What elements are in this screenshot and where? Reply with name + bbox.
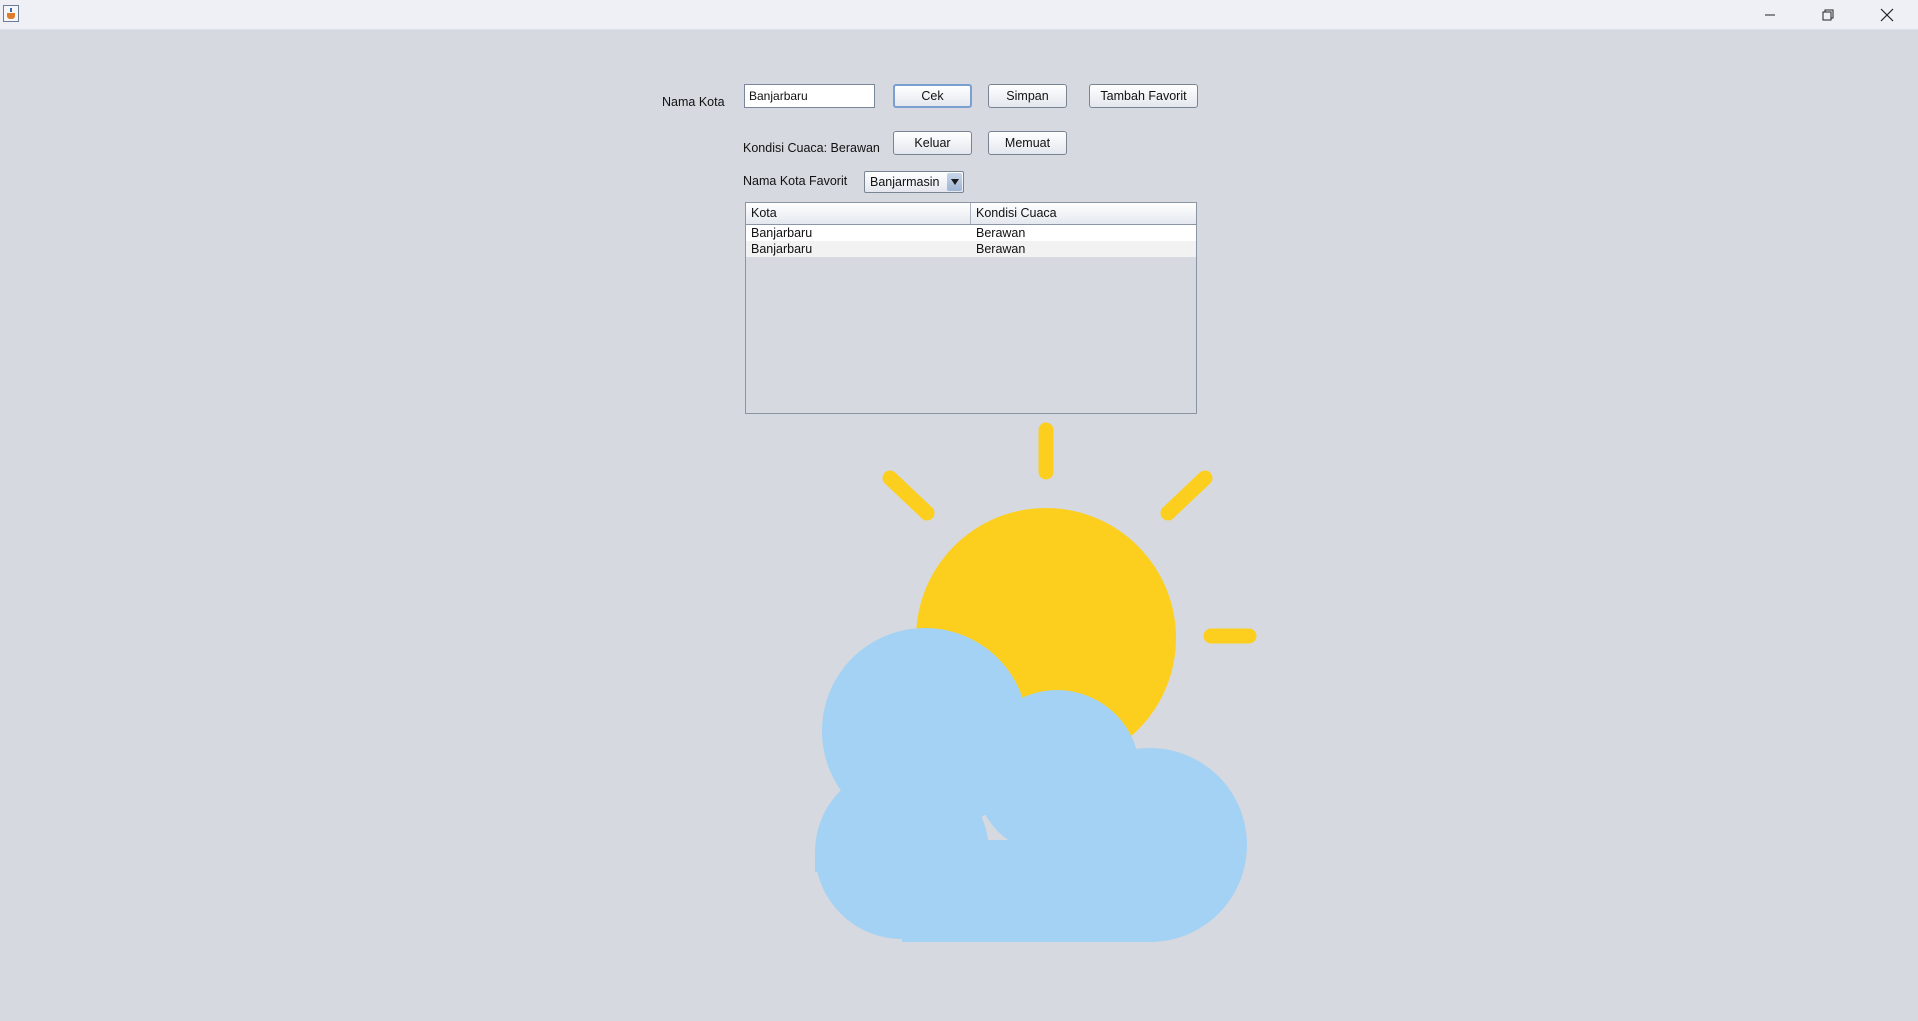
partly-cloudy-icon xyxy=(815,422,1257,942)
check-button[interactable]: Cek xyxy=(893,84,972,108)
table-row[interactable]: Banjarbaru Berawan xyxy=(746,225,1196,241)
load-button[interactable]: Memuat xyxy=(988,131,1067,155)
save-button[interactable]: Simpan xyxy=(988,84,1067,108)
table-cell-weather: Berawan xyxy=(976,226,1026,240)
chevron-down-icon[interactable] xyxy=(947,173,962,191)
favorite-city-selected: Banjarmasin xyxy=(870,175,940,189)
column-header-weather[interactable]: Kondisi Cuaca xyxy=(971,203,1196,224)
close-icon[interactable] xyxy=(1858,0,1916,29)
favorite-city-dropdown[interactable]: Banjarmasin xyxy=(864,171,964,193)
city-name-input[interactable] xyxy=(744,84,875,108)
table-cell-city: Banjarbaru xyxy=(751,242,813,256)
window-titlebar xyxy=(0,0,1918,30)
minimize-icon[interactable] xyxy=(1741,0,1799,29)
table-header: Kota Kondisi Cuaca xyxy=(746,203,1196,225)
weather-table[interactable]: Kota Kondisi Cuaca Banjarbaru Berawan Ba… xyxy=(745,202,1197,414)
column-header-city[interactable]: Kota xyxy=(746,203,971,224)
java-cup-icon[interactable] xyxy=(3,5,19,22)
table-row[interactable]: Banjarbaru Berawan xyxy=(746,241,1196,257)
favorite-city-label: Nama Kota Favorit xyxy=(743,174,848,188)
city-name-label: Nama Kota xyxy=(662,95,725,109)
table-cell-weather: Berawan xyxy=(976,242,1026,256)
restore-icon[interactable] xyxy=(1799,0,1857,29)
add-favorite-button[interactable]: Tambah Favorit xyxy=(1089,84,1198,108)
table-cell-city: Banjarbaru xyxy=(751,226,813,240)
exit-button[interactable]: Keluar xyxy=(893,131,972,155)
weather-status-label: Kondisi Cuaca: Berawan xyxy=(743,141,880,155)
